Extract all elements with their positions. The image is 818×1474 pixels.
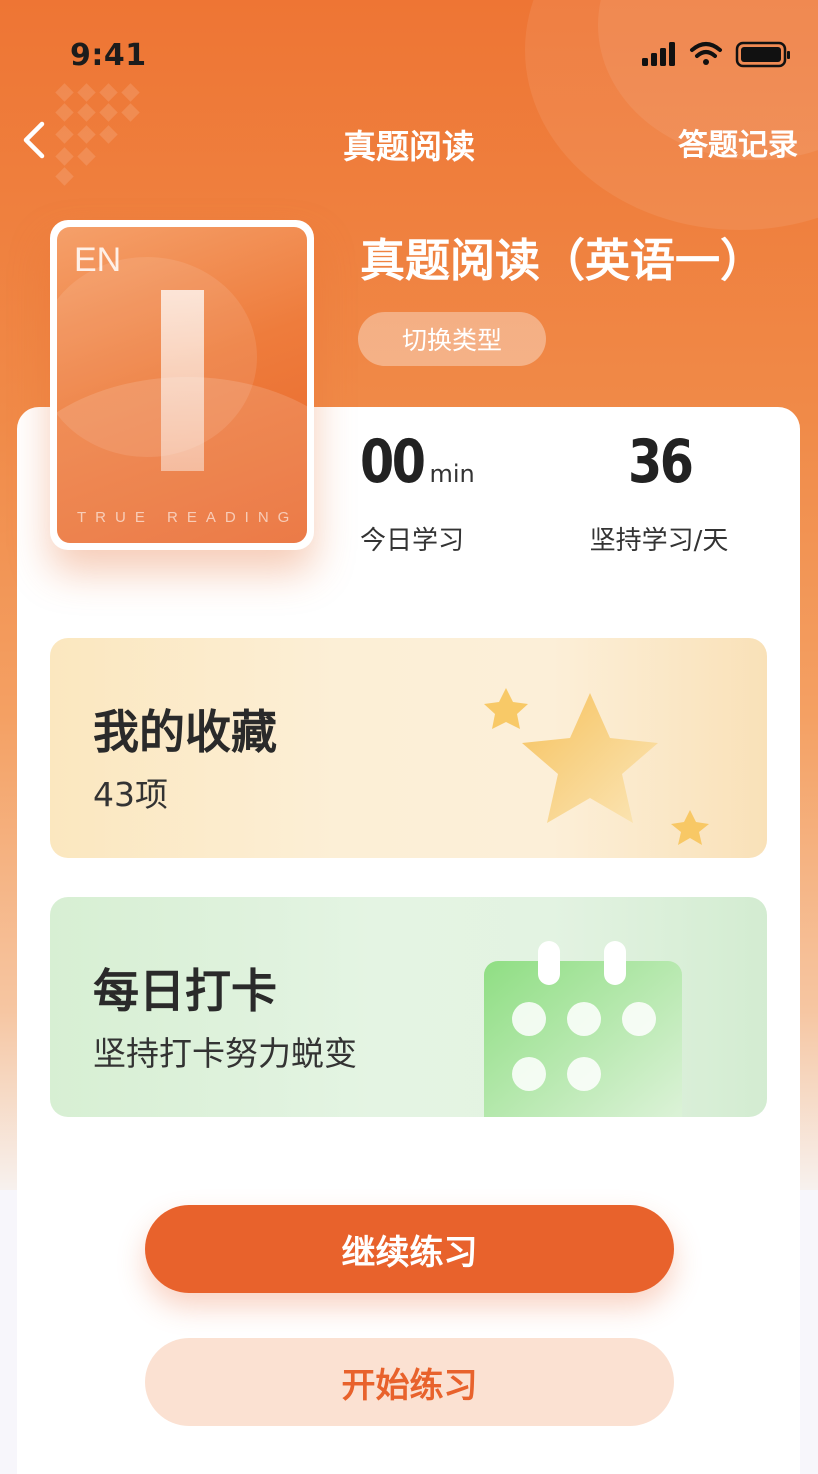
book-language-label: EN: [74, 241, 122, 279]
favorites-count: 43项: [93, 775, 168, 814]
today-study-stat: 00 min 今日学习: [360, 432, 475, 557]
start-practice-button[interactable]: 开始练习: [145, 1338, 674, 1426]
status-icons: [642, 41, 790, 68]
book-cover: EN TRUE READING: [50, 220, 314, 550]
daily-checkin-card[interactable]: 每日打卡 坚持打卡努力蜕变: [50, 897, 767, 1117]
answer-history-link[interactable]: 答题记录: [678, 120, 798, 164]
streak-value: 36: [628, 427, 694, 497]
today-study-label: 今日学习: [360, 526, 465, 556]
checkin-title: 每日打卡: [93, 964, 277, 1018]
signal-icon: [642, 42, 675, 66]
status-time: 9:41: [70, 38, 147, 73]
course-title: 真题阅读（英语一）: [360, 234, 766, 287]
today-study-value: 00: [360, 427, 426, 497]
switch-type-button[interactable]: 切换类型: [358, 312, 546, 366]
star-icon: [484, 688, 709, 845]
book-cover-art: EN TRUE READING: [57, 227, 307, 543]
streak-label: 坚持学习/天: [589, 526, 729, 556]
book-subtitle: TRUE READING: [77, 509, 299, 526]
checkin-subtitle: 坚持打卡努力蜕变: [93, 1034, 357, 1073]
wifi-icon: [690, 42, 722, 65]
continue-practice-button[interactable]: 继续练习: [145, 1205, 674, 1293]
favorites-title: 我的收藏: [93, 705, 277, 759]
book-glyph: [161, 290, 204, 471]
today-study-unit: min: [429, 460, 475, 488]
calendar-icon: [484, 941, 682, 1117]
battery-icon: [735, 41, 790, 68]
streak-stat: 36 坚持学习/天: [586, 432, 732, 557]
favorites-card[interactable]: 我的收藏 43项: [50, 638, 767, 858]
